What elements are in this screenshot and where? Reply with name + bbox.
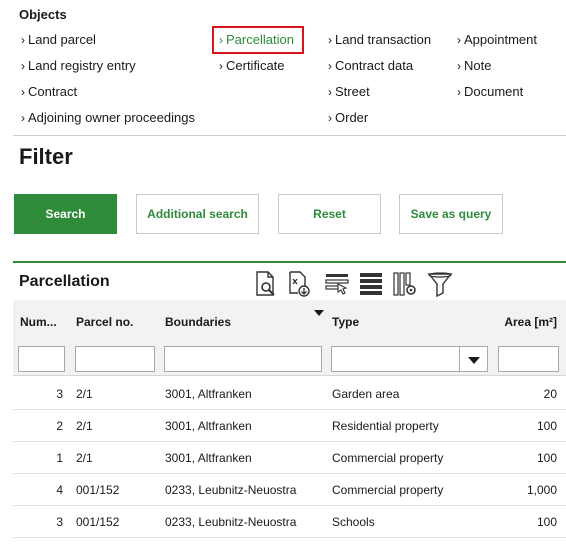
- cell-type: Garden area: [332, 387, 400, 401]
- cell-area: 100: [536, 419, 557, 433]
- sort-desc-icon[interactable]: [314, 310, 324, 316]
- num-filter-input[interactable]: [18, 346, 65, 372]
- cell-area: 1,000: [526, 483, 557, 497]
- cell-boundaries: 3001, Altfranken: [165, 451, 252, 465]
- chevron-right-icon: ›: [21, 85, 25, 99]
- save-as-query-button[interactable]: Save as query: [399, 194, 503, 234]
- table-row[interactable]: 4 001/152 0233, Leubnitz-Neuostra Commer…: [13, 474, 566, 506]
- section-rule: [13, 261, 566, 263]
- type-filter-select[interactable]: [331, 346, 460, 372]
- link-document[interactable]: › Document: [457, 82, 523, 102]
- cell-parcel-no: 2/1: [76, 419, 93, 433]
- link-land-parcel[interactable]: › Land parcel: [21, 30, 96, 50]
- cell-type: Schools: [332, 515, 375, 529]
- cell-type: Residential property: [332, 419, 439, 433]
- chevron-right-icon: ›: [21, 111, 25, 125]
- reset-button[interactable]: Reset: [278, 194, 381, 234]
- chevron-right-icon: ›: [21, 33, 25, 47]
- export-icon[interactable]: [287, 270, 313, 298]
- parcel-no-filter-input[interactable]: [75, 346, 155, 372]
- search-button[interactable]: Search: [14, 194, 117, 234]
- cell-boundaries: 0233, Leubnitz-Neuostra: [165, 515, 297, 529]
- column-header-num[interactable]: Num...: [20, 315, 57, 329]
- cell-parcel-no: 001/152: [76, 515, 120, 529]
- chevron-right-icon: ›: [457, 33, 461, 47]
- link-certificate[interactable]: › Certificate: [219, 56, 285, 76]
- chevron-down-icon[interactable]: [460, 346, 488, 372]
- cell-type: Commercial property: [332, 483, 444, 497]
- table-row[interactable]: 3 001/152 0233, Leubnitz-Neuostra School…: [13, 506, 566, 538]
- chevron-right-icon: ›: [219, 33, 223, 47]
- list-view-icon[interactable]: [358, 270, 384, 298]
- cell-num: 2: [56, 419, 63, 433]
- table-row[interactable]: 1 2/1 3001, Altfranken Commercial proper…: [13, 442, 566, 474]
- filter-title: Filter: [19, 144, 73, 169]
- link-land-registry-entry[interactable]: › Land registry entry: [21, 56, 136, 76]
- chevron-right-icon: ›: [328, 85, 332, 99]
- link-order[interactable]: › Order: [328, 108, 368, 128]
- link-contract-data[interactable]: › Contract data: [328, 56, 413, 76]
- link-street[interactable]: › Street: [328, 82, 370, 102]
- chevron-right-icon: ›: [328, 59, 332, 73]
- cell-boundaries: 3001, Altfranken: [165, 387, 252, 401]
- divider: [13, 135, 566, 136]
- cell-boundaries: 0233, Leubnitz-Neuostra: [165, 483, 297, 497]
- cell-num: 3: [56, 515, 63, 529]
- chevron-right-icon: ›: [457, 59, 461, 73]
- cell-area: 20: [543, 387, 557, 401]
- table-row[interactable]: 2 2/1 3001, Altfranken Residential prope…: [13, 410, 566, 442]
- column-header-parcel-no[interactable]: Parcel no.: [76, 315, 133, 329]
- link-land-transaction[interactable]: › Land transaction: [328, 30, 431, 50]
- link-appointment[interactable]: › Appointment: [457, 30, 537, 50]
- chevron-right-icon: ›: [21, 59, 25, 73]
- objects-title: Objects: [19, 7, 67, 22]
- link-contract[interactable]: › Contract: [21, 82, 77, 102]
- cell-parcel-no: 001/152: [76, 483, 120, 497]
- cell-area: 100: [536, 451, 557, 465]
- select-rows-icon[interactable]: [324, 270, 350, 298]
- cell-parcel-no: 2/1: [76, 451, 93, 465]
- link-note[interactable]: › Note: [457, 56, 491, 76]
- link-adjoining-owner-proceedings[interactable]: › Adjoining owner proceedings: [21, 108, 195, 128]
- chevron-right-icon: ›: [328, 111, 332, 125]
- cell-parcel-no: 2/1: [76, 387, 93, 401]
- chevron-right-icon: ›: [457, 85, 461, 99]
- cell-num: 4: [56, 483, 63, 497]
- link-parcellation[interactable]: › Parcellation: [212, 26, 304, 54]
- column-header-boundaries[interactable]: Boundaries: [165, 315, 231, 329]
- column-settings-icon[interactable]: [392, 270, 418, 298]
- area-filter-input[interactable]: [498, 346, 559, 372]
- chevron-right-icon: ›: [219, 59, 223, 73]
- boundaries-filter-input[interactable]: [164, 346, 322, 372]
- cell-boundaries: 3001, Altfranken: [165, 419, 252, 433]
- table-row[interactable]: 3 2/1 3001, Altfranken Garden area 20: [13, 378, 566, 410]
- additional-search-button[interactable]: Additional search: [136, 194, 259, 234]
- cell-type: Commercial property: [332, 451, 444, 465]
- column-header-type[interactable]: Type: [332, 315, 359, 329]
- column-header-area[interactable]: Area [m²]: [504, 315, 557, 329]
- section-title: Parcellation: [19, 273, 110, 290]
- document-search-icon[interactable]: [253, 270, 279, 298]
- filter-icon[interactable]: [427, 270, 453, 298]
- cell-area: 100: [536, 515, 557, 529]
- cell-num: 3: [56, 387, 63, 401]
- cell-num: 1: [56, 451, 63, 465]
- chevron-right-icon: ›: [328, 33, 332, 47]
